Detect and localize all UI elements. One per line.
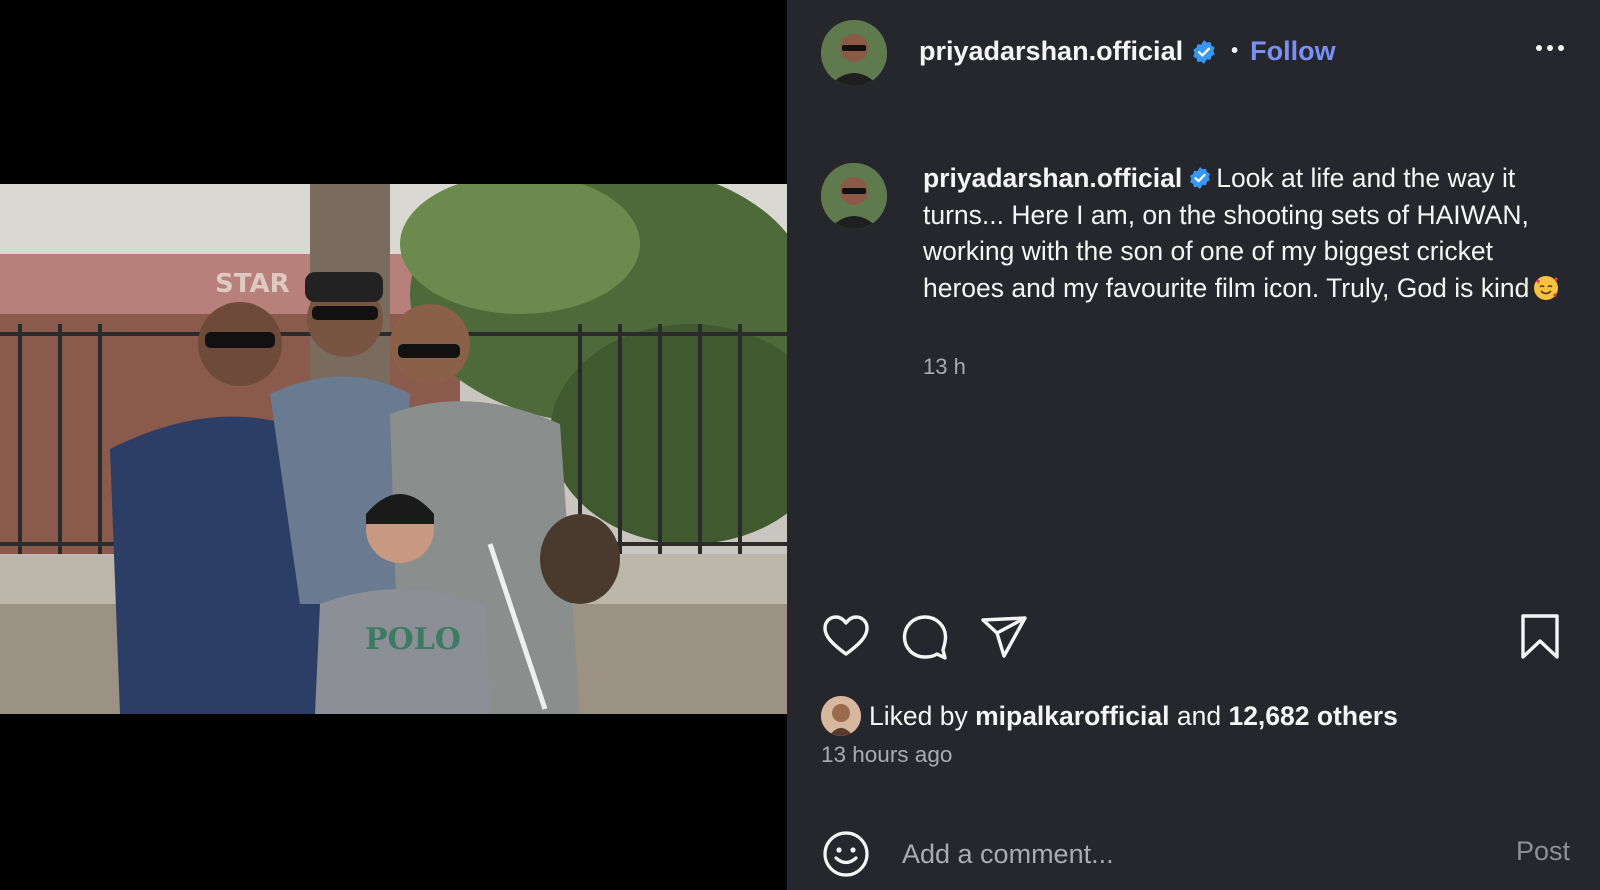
post-sidebar: priyadarshan.official • Follow priyadars… — [787, 0, 1600, 890]
post-timestamp: 13 hours ago — [821, 742, 953, 767]
smiling-face-with-hearts-emoji — [1534, 275, 1559, 300]
profile-avatar[interactable] — [821, 20, 887, 86]
avatar-icon — [821, 696, 861, 736]
building-sign: STAR — [215, 269, 290, 299]
comment-input[interactable] — [902, 834, 1462, 874]
liker-avatar[interactable] — [821, 696, 861, 736]
caption-avatar[interactable] — [821, 163, 887, 229]
save-button[interactable] — [1515, 612, 1565, 662]
header-username[interactable]: priyadarshan.official — [919, 36, 1183, 67]
share-button[interactable] — [979, 612, 1029, 662]
verified-badge-icon — [1190, 167, 1211, 189]
separator-dot: • — [1231, 40, 1239, 62]
heart-icon — [823, 615, 869, 656]
send-icon — [981, 616, 1027, 658]
comment-bar: Post — [787, 796, 1600, 890]
like-button[interactable] — [821, 612, 871, 662]
likes-summary: Liked by mipalkarofficial and 12,682 oth… — [821, 695, 1398, 737]
shirt-print: POLO — [365, 622, 461, 657]
likes-count-link[interactable]: 12,682 others — [1228, 701, 1397, 732]
post-photo[interactable]: STAR POLO — [0, 184, 787, 714]
liker-username[interactable]: mipalkarofficial — [975, 701, 1169, 732]
media-pane: STAR POLO — [0, 0, 787, 890]
emoji-picker-button[interactable] — [821, 829, 871, 879]
smiley-icon — [823, 831, 869, 877]
follow-button[interactable]: Follow — [1250, 36, 1335, 67]
caption-timestamp[interactable]: 13 h — [923, 354, 966, 380]
avatar-icon — [821, 20, 887, 86]
post-comment-button[interactable]: Post — [1516, 836, 1570, 867]
more-options-icon[interactable] — [1536, 38, 1570, 58]
comment-icon — [902, 615, 948, 660]
verified-badge-icon — [1193, 39, 1215, 64]
post-header: priyadarshan.official • Follow — [787, 0, 1600, 110]
caption-username[interactable]: priyadarshan.official — [923, 163, 1182, 193]
liked-by-and: and — [1176, 700, 1222, 731]
caption-body: priyadarshan.official Look at life and th… — [923, 160, 1573, 306]
action-bar — [787, 612, 1600, 668]
header-username-row: priyadarshan.official • Follow — [919, 36, 1336, 67]
group-photo-illustration: STAR POLO — [0, 184, 787, 714]
bookmark-icon — [1521, 614, 1559, 659]
comment-button[interactable] — [900, 612, 950, 662]
avatar-icon — [821, 163, 887, 229]
liked-by-prefix: Liked by — [869, 700, 968, 731]
